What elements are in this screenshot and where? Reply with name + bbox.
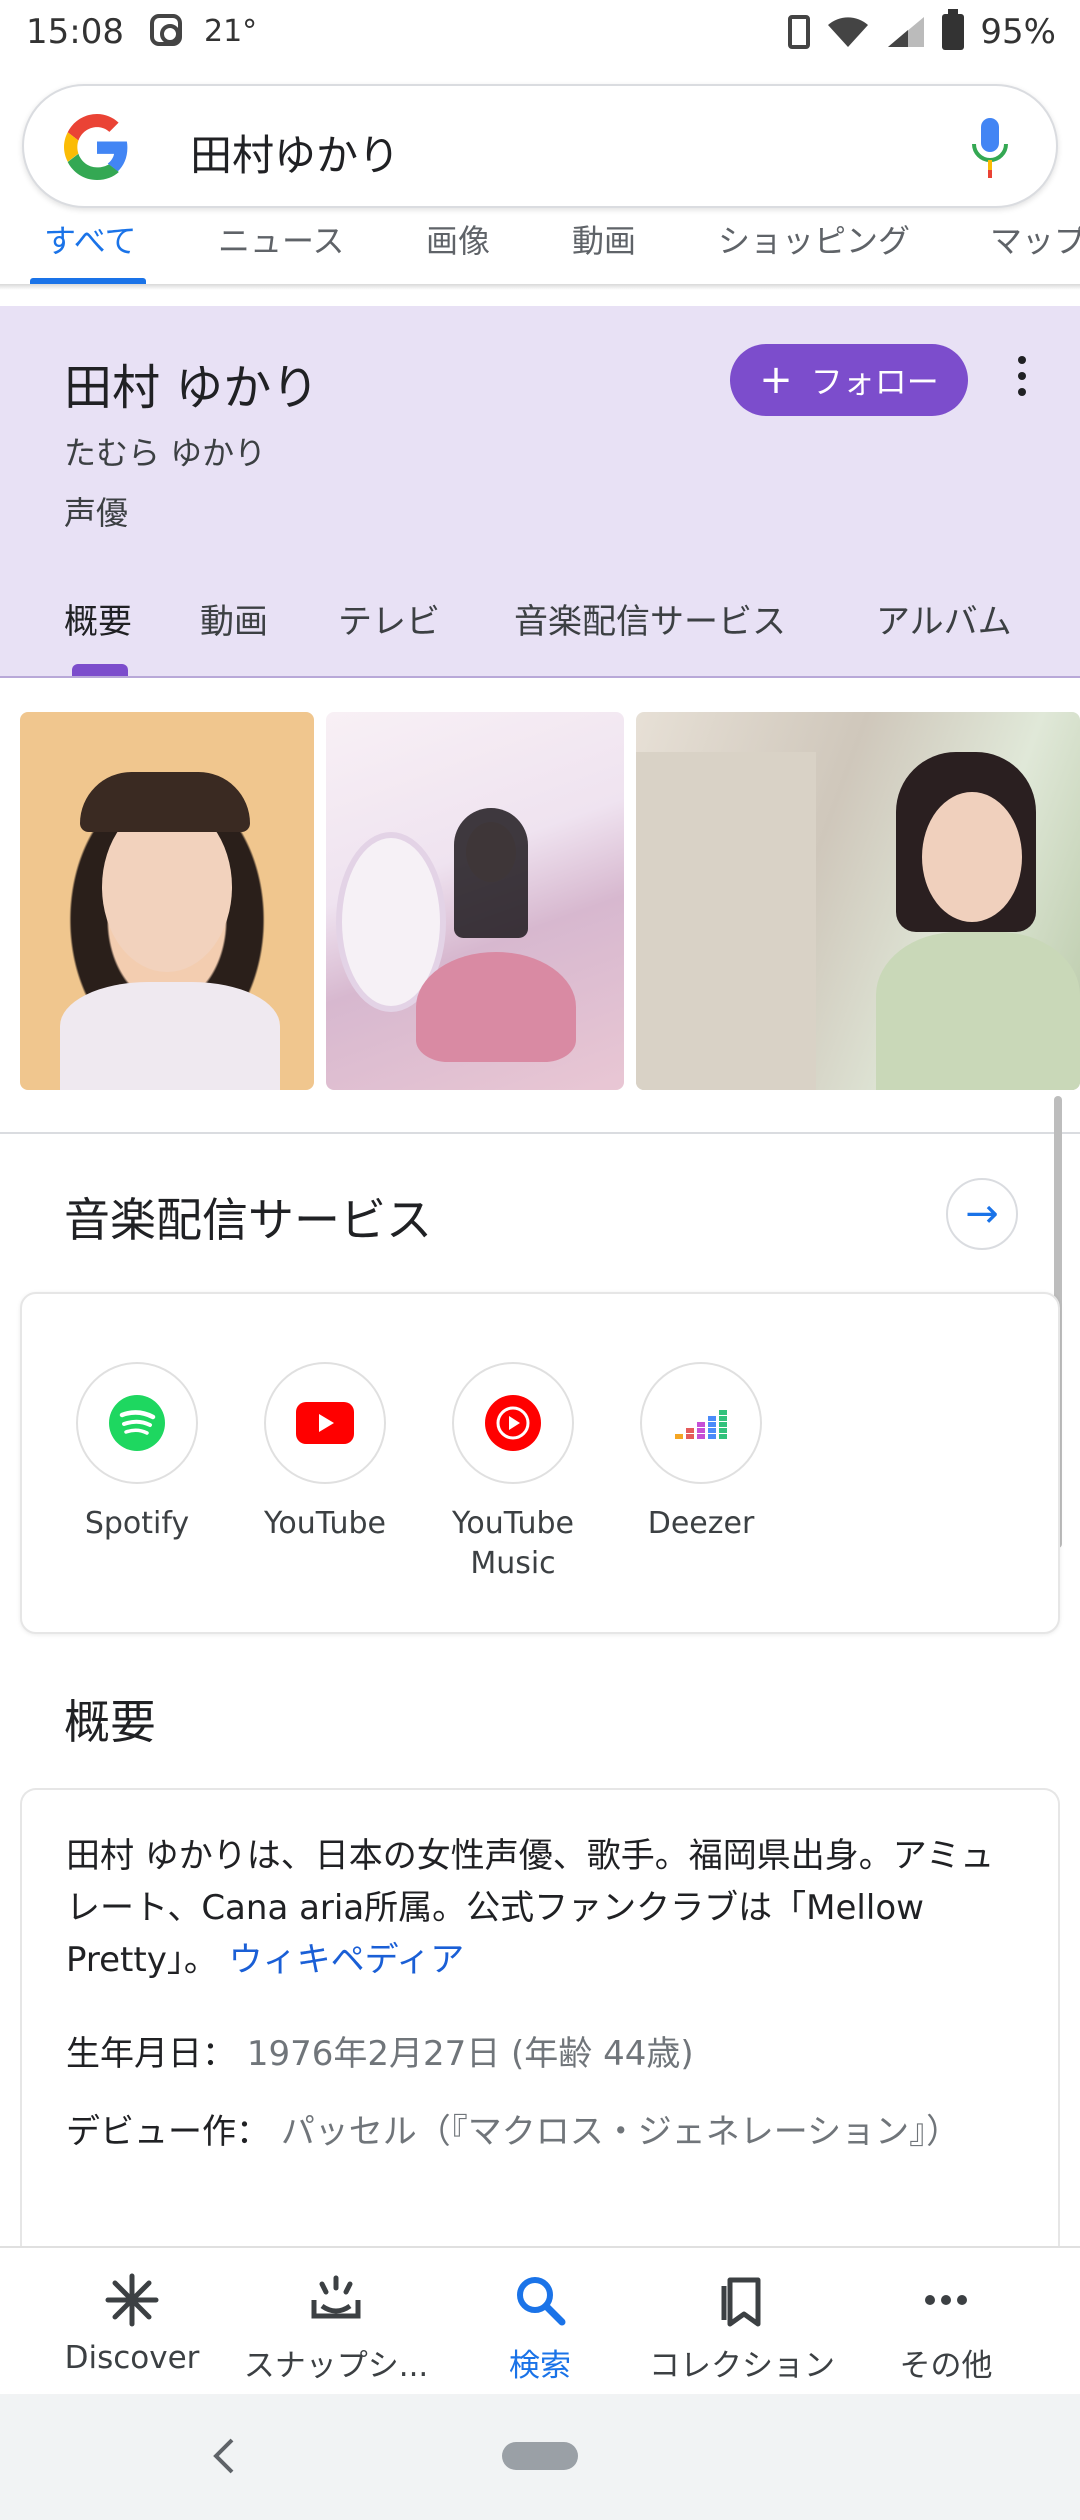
- debut-value[interactable]: パッセル（『マクロス・ジェネレーション』）: [281, 2112, 960, 2152]
- nav-label: 検索: [509, 2348, 571, 2384]
- bottom-navigation: Discover スナップシ... 検索 コレクション その他: [0, 2246, 1080, 2394]
- search-input[interactable]: 田村ゆかり: [190, 122, 400, 183]
- kp-tab-music[interactable]: 音楽配信サービス: [514, 594, 786, 643]
- service-youtube[interactable]: YouTube: [240, 1362, 410, 1544]
- arrow-right-icon[interactable]: →: [946, 1178, 1018, 1250]
- service-youtube-music[interactable]: YouTube Music: [428, 1362, 598, 1584]
- debut-label: デビュー作：: [66, 2112, 270, 2152]
- battery-icon: [942, 9, 965, 50]
- birth-value: 1976年2月27日 (年齢 44歳): [246, 2034, 694, 2074]
- instagram-icon: [150, 14, 182, 46]
- debut-row: デビュー作： パッセル（『マクロス・ジェネレーション』）: [66, 2106, 1016, 2158]
- kp-tab-tv[interactable]: テレビ: [338, 594, 440, 643]
- section-divider: [0, 1132, 1080, 1134]
- tab-news[interactable]: ニュース: [218, 216, 344, 262]
- nav-more[interactable]: その他: [846, 2270, 1046, 2385]
- system-navigation-bar: [0, 2394, 1080, 2520]
- collections-icon: [721, 2277, 761, 2327]
- image-thumbnail-3[interactable]: [636, 712, 1080, 1090]
- tab-videos[interactable]: 動画: [572, 216, 636, 262]
- tab-shopping[interactable]: ショッピング: [718, 216, 910, 262]
- search-icon: [517, 2277, 566, 2326]
- snapshot-icon: [311, 2275, 361, 2319]
- music-services-card: Spotify YouTube YouTube Music Deezer: [20, 1292, 1060, 1634]
- kp-tab-albums[interactable]: アルバム: [876, 594, 1012, 643]
- overview-card: 田村 ゆかりは、日本の女性声優、歌手。福岡県出身。アミュレート、Cana ari…: [20, 1788, 1060, 2248]
- wifi-icon: [828, 17, 869, 47]
- back-chevron-icon[interactable]: [208, 2436, 238, 2476]
- mic-icon[interactable]: [968, 116, 1012, 180]
- home-pill[interactable]: [502, 2442, 578, 2470]
- service-label: YouTube: [264, 1506, 386, 1541]
- service-spotify[interactable]: Spotify: [52, 1362, 222, 1544]
- search-tabs: すべて ニュース 画像 動画 ショッピング マップ: [0, 210, 1080, 286]
- follow-button[interactable]: + フォロー: [730, 344, 968, 416]
- overview-description: 田村 ゆかりは、日本の女性声優、歌手。福岡県出身。アミュレート、Cana ari…: [66, 1830, 1016, 1986]
- asterisk-icon: [105, 2273, 159, 2327]
- image-thumbnail-1[interactable]: [20, 712, 314, 1090]
- birth-row: 生年月日： 1976年2月27日 (年齢 44歳): [66, 2028, 1016, 2080]
- nav-label: コレクション: [649, 2348, 835, 2384]
- youtube-icon: [296, 1402, 354, 1444]
- follow-label: フォロー: [810, 363, 939, 401]
- plus-icon: +: [759, 357, 793, 403]
- tab-images[interactable]: 画像: [426, 216, 490, 262]
- tabs-divider: [0, 284, 1080, 290]
- deezer-icon: [675, 1410, 727, 1439]
- google-logo-icon[interactable]: [64, 114, 130, 180]
- entity-type: 声優: [64, 494, 129, 532]
- nav-discover[interactable]: Discover: [32, 2270, 232, 2376]
- status-icons: 95%: [788, 9, 1056, 52]
- status-bar: 15:08 21° 95%: [0, 0, 1080, 66]
- search-box[interactable]: 田村ゆかり: [22, 84, 1058, 208]
- spotify-icon: [109, 1395, 165, 1451]
- nav-snapshot[interactable]: スナップシ...: [236, 2270, 436, 2385]
- more-vert-icon[interactable]: [1016, 356, 1028, 400]
- signal-icon: [888, 17, 925, 47]
- overview-title: 概要: [64, 1695, 156, 1749]
- battery-percent: 95%: [980, 12, 1056, 52]
- nav-label: その他: [899, 2348, 993, 2384]
- tab-maps[interactable]: マップ: [990, 216, 1080, 262]
- service-label: Deezer: [647, 1506, 755, 1541]
- tab-all[interactable]: すべて: [44, 216, 136, 262]
- kp-tab-videos[interactable]: 動画: [200, 594, 268, 643]
- youtube-music-icon: [485, 1395, 541, 1451]
- kp-active-tab-indicator: [72, 664, 128, 676]
- nav-collections[interactable]: コレクション: [642, 2270, 842, 2385]
- nav-label: Discover: [64, 2340, 200, 2376]
- wikipedia-link[interactable]: ウィキペディア: [229, 1940, 465, 1980]
- kp-divider: [0, 676, 1080, 678]
- more-horiz-icon: [925, 2295, 967, 2305]
- music-section-title: 音楽配信サービス: [64, 1193, 432, 1247]
- entity-title: 田村 ゆかり: [64, 360, 320, 416]
- entity-reading: たむら ゆかり: [64, 434, 267, 472]
- service-deezer[interactable]: Deezer: [616, 1362, 786, 1544]
- service-label: Spotify: [84, 1506, 190, 1541]
- image-thumbnail-2[interactable]: [326, 712, 624, 1090]
- vibrate-icon: [788, 15, 811, 49]
- service-label: YouTube Music: [452, 1506, 574, 1581]
- birth-label: 生年月日：: [66, 2034, 236, 2074]
- knowledge-panel-header: 田村 ゆかり たむら ゆかり 声優 + フォロー 概要 動画 テレビ 音楽配信サ…: [0, 306, 1080, 676]
- kp-tab-overview[interactable]: 概要: [64, 594, 132, 643]
- status-temperature: 21°: [204, 14, 258, 49]
- nav-search[interactable]: 検索: [440, 2270, 640, 2385]
- status-time: 15:08: [26, 12, 124, 52]
- nav-label: スナップシ...: [243, 2348, 429, 2384]
- description-text: 田村 ゆかりは、日本の女性声優、歌手。福岡県出身。アミュレート、Cana ari…: [66, 1836, 995, 1980]
